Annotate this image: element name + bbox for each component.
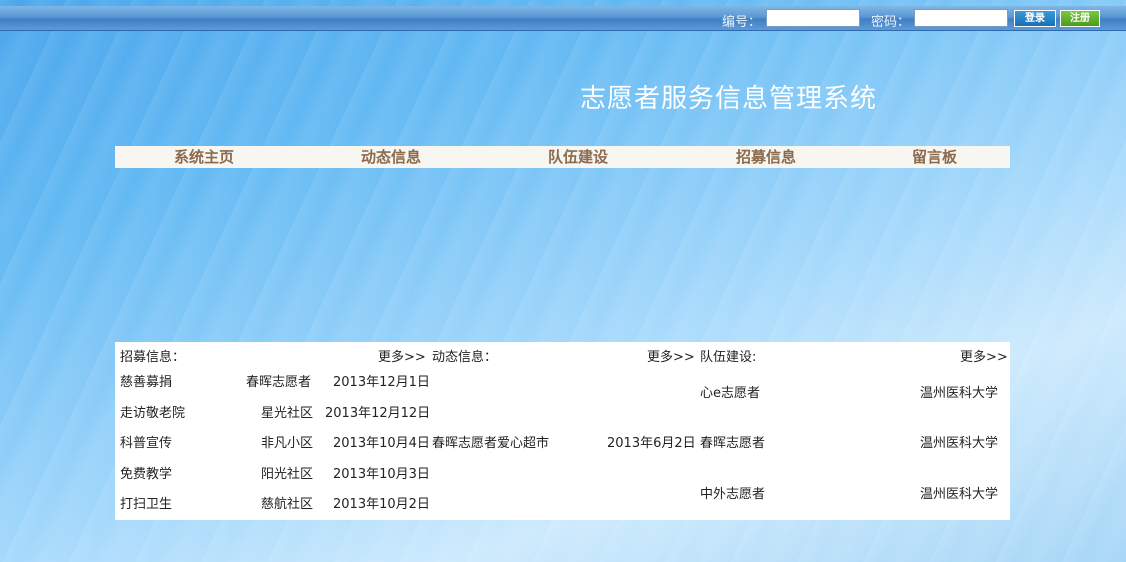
recruit-item-date: 2013年10月4日 — [333, 436, 430, 451]
recruit-item-org: 阳光社区 — [261, 467, 314, 482]
recruit-item-title[interactable]: 免费教学 — [120, 463, 172, 482]
id-label: 编号： — [722, 15, 762, 30]
login-button[interactable]: 登录 — [1014, 10, 1056, 27]
team-more-link[interactable]: 更多>> — [960, 346, 1008, 365]
content-panel: 招募信息： 更多>> 动态信息： 更多>> 队伍建设: 更多>> 慈善募捐 春晖… — [115, 342, 1010, 520]
nav-guestbook[interactable]: 留言板 — [912, 146, 957, 168]
team-item-school: 温州医科大学 — [920, 386, 999, 401]
news-more-link[interactable]: 更多>> — [647, 346, 695, 365]
recruit-item-org: 星光社区 — [261, 406, 314, 421]
recruit-item-org: 非凡小区 — [261, 436, 314, 451]
recruit-item-title[interactable]: 走访敬老院 — [120, 402, 185, 421]
recruit-item-org: 春晖志愿者 — [246, 375, 312, 390]
id-input[interactable] — [766, 9, 860, 27]
team-item-name[interactable]: 春晖志愿者 — [700, 432, 765, 451]
register-button[interactable]: 注册 — [1060, 10, 1100, 27]
team-item-name[interactable]: 心e志愿者 — [700, 382, 760, 401]
team-item-name[interactable]: 中外志愿者 — [700, 483, 765, 502]
recruit-item-date: 2013年10月2日 — [333, 497, 430, 512]
news-item-date: 2013年6月2日 — [607, 436, 696, 451]
password-label: 密码： — [871, 15, 911, 30]
recruit-item-org: 慈航社区 — [261, 497, 314, 512]
recruit-item-title[interactable]: 科普宣传 — [120, 432, 172, 451]
main-nav: 系统主页 动态信息 队伍建设 招募信息 留言板 — [115, 146, 1010, 168]
recruit-item-title[interactable]: 打扫卫生 — [120, 493, 172, 512]
nav-team[interactable]: 队伍建设 — [548, 146, 608, 168]
recruit-item-date: 2013年12月1日 — [333, 375, 430, 390]
news-header: 动态信息： — [432, 350, 498, 365]
recruit-more-link[interactable]: 更多>> — [378, 346, 426, 365]
team-header: 队伍建设: — [700, 350, 757, 365]
team-item-school: 温州医科大学 — [920, 487, 999, 502]
team-item-school: 温州医科大学 — [920, 436, 999, 451]
password-input[interactable] — [914, 9, 1008, 27]
top-login-bar: 编号： 密码： 登录 注册 — [0, 6, 1126, 31]
recruit-item-title[interactable]: 慈善募捐 — [120, 371, 172, 390]
recruit-item-date: 2013年10月3日 — [333, 467, 430, 482]
site-title: 志愿者服务信息管理系统 — [580, 84, 878, 114]
recruit-item-date: 2013年12月12日 — [325, 406, 431, 421]
nav-recruit[interactable]: 招募信息 — [736, 146, 796, 168]
news-item-title[interactable]: 春晖志愿者爱心超市 — [432, 432, 549, 451]
nav-news[interactable]: 动态信息 — [361, 146, 421, 168]
recruit-header: 招募信息： — [120, 350, 186, 365]
nav-home[interactable]: 系统主页 — [174, 146, 234, 168]
